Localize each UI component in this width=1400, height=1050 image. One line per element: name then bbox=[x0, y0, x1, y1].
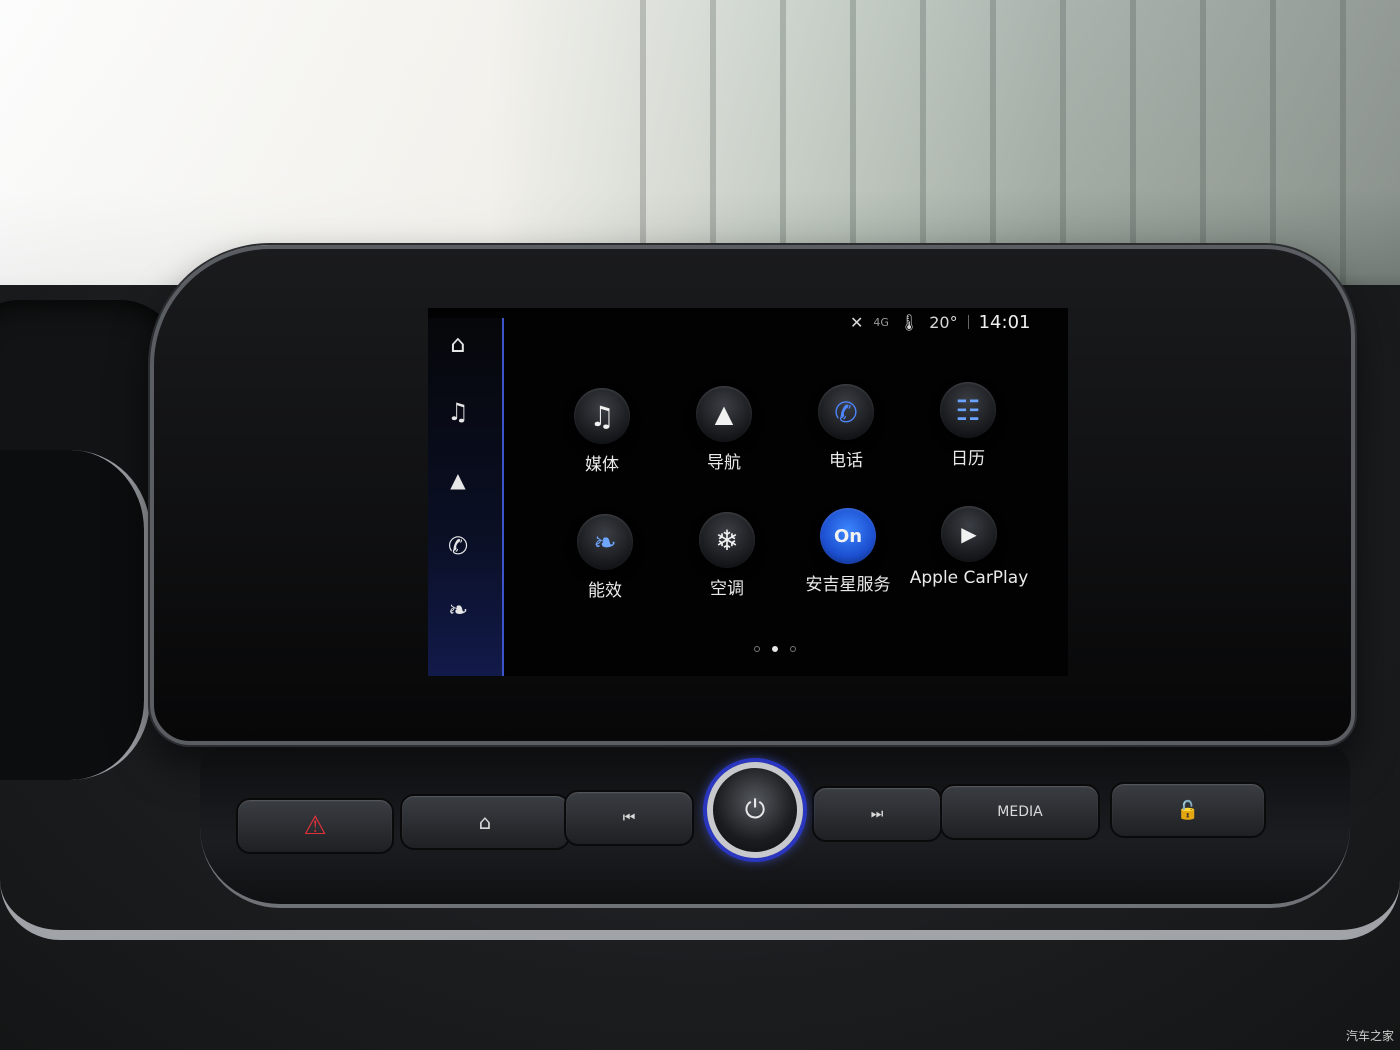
app-carplay[interactable]: ▶ Apple CarPlay bbox=[909, 506, 1029, 588]
app-climate[interactable]: ❄ 空调 bbox=[667, 512, 787, 599]
hazard-button[interactable]: ⚠ bbox=[236, 798, 394, 854]
home-icon[interactable]: ⌂ bbox=[428, 324, 488, 364]
infotainment-screen bbox=[428, 308, 1068, 676]
leaf-icon: ❧ bbox=[577, 514, 633, 570]
status-divider bbox=[967, 315, 969, 329]
thermometer-icon: 🌡 bbox=[898, 312, 920, 332]
network-indicator: 4G bbox=[873, 315, 889, 329]
page-dot-active[interactable] bbox=[772, 646, 778, 652]
calendar-icon: ☷ bbox=[940, 382, 996, 438]
navigation-arrow-icon[interactable]: ▲ bbox=[428, 460, 488, 500]
carplay-icon: ▶ bbox=[941, 506, 997, 562]
instrument-cluster bbox=[0, 450, 150, 780]
leaf-icon[interactable]: ❧ bbox=[428, 590, 488, 630]
sidebar: ⌂ ♫ ▲ ✆ ❧ bbox=[428, 318, 504, 676]
app-label: Apple CarPlay bbox=[909, 568, 1029, 588]
phone-icon[interactable]: ✆ bbox=[428, 526, 488, 566]
app-label: 电话 bbox=[829, 451, 863, 471]
lock-button[interactable]: 🔓 bbox=[1110, 782, 1266, 838]
next-track-icon: ⏭ bbox=[870, 806, 884, 822]
app-calendar[interactable]: ☷ 日历 bbox=[908, 382, 1028, 469]
next-track-button[interactable]: ⏭ bbox=[812, 786, 942, 842]
app-label: 媒体 bbox=[585, 455, 619, 475]
app-onstar[interactable]: On 安吉星服务 bbox=[788, 508, 908, 595]
home-icon: ⌂ bbox=[478, 810, 492, 834]
app-energy[interactable]: ❧ 能效 bbox=[545, 514, 665, 601]
onstar-icon: On bbox=[820, 508, 876, 564]
snowflake-icon: ❄ bbox=[699, 512, 755, 568]
status-bar: ✕ 4G 🌡 20° 14:01 bbox=[850, 310, 1060, 334]
music-note-icon: ♫ bbox=[574, 388, 630, 444]
power-icon: ⏻ bbox=[744, 794, 766, 825]
app-label: 安吉星服务 bbox=[805, 575, 891, 595]
previous-track-icon: ⏮ bbox=[622, 810, 636, 826]
temperature: 20° bbox=[929, 312, 958, 332]
clock: 14:01 bbox=[978, 311, 1031, 333]
phone-icon: ✆ bbox=[818, 384, 874, 440]
hazard-icon: ⚠ bbox=[303, 811, 327, 841]
app-label: 导航 bbox=[707, 453, 741, 473]
app-navigation[interactable]: ▲ 导航 bbox=[664, 386, 784, 473]
home-button[interactable]: ⌂ bbox=[400, 794, 570, 850]
lock-icon: 🔓 bbox=[1176, 799, 1200, 821]
mute-icon: ✕ bbox=[850, 312, 864, 332]
media-label: MEDIA bbox=[997, 804, 1043, 820]
app-label: 空调 bbox=[710, 579, 744, 599]
navigation-arrow-icon: ▲ bbox=[696, 386, 752, 442]
page-dot[interactable] bbox=[790, 646, 796, 652]
media-button[interactable]: MEDIA bbox=[940, 784, 1100, 840]
previous-track-button[interactable]: ⏮ bbox=[564, 790, 694, 846]
app-label: 日历 bbox=[951, 449, 985, 469]
page-indicator bbox=[754, 646, 796, 652]
app-phone[interactable]: ✆ 电话 bbox=[786, 384, 906, 471]
app-label: 能效 bbox=[588, 581, 622, 601]
page-dot[interactable] bbox=[754, 646, 760, 652]
app-media[interactable]: ♫ 媒体 bbox=[542, 388, 662, 475]
watermark: 汽车之家 bbox=[1345, 1029, 1394, 1043]
music-note-icon[interactable]: ♫ bbox=[428, 392, 488, 432]
power-volume-knob[interactable]: ⏻ bbox=[707, 762, 803, 858]
